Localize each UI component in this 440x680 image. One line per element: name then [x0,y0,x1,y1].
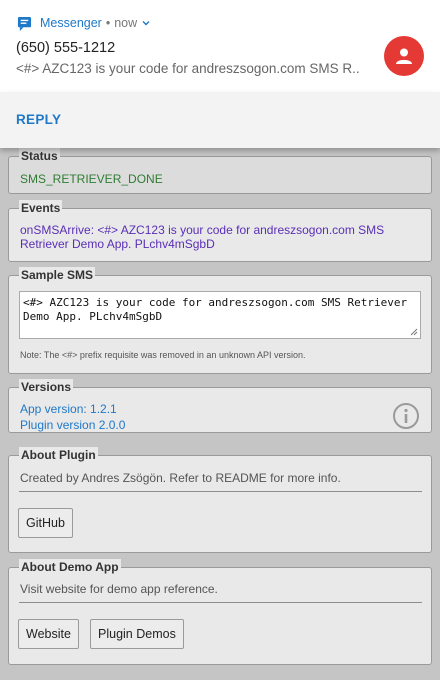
events-legend: Events [19,200,63,216]
about-plugin-legend: About Plugin [19,447,98,463]
sample-sms-textarea[interactable]: <#> AZC123 is your code for andreszsogon… [19,291,421,339]
events-log: onSMSArrive: <#> AZC123 is your code for… [20,223,385,251]
sample-sms-legend: Sample SMS [19,267,96,283]
versions-panel: Versions App version: 1.2.1 Plugin versi… [8,379,432,433]
about-demo-legend: About Demo App [19,559,121,575]
resize-handle-icon[interactable] [410,328,418,336]
events-panel: Events onSMSArrive: <#> AZC123 is your c… [8,200,432,262]
plugin-demos-button[interactable]: Plugin Demos [90,619,184,649]
message-preview: <#> AZC123 is your code for andreszsogon… [16,61,360,76]
about-plugin-description: Created by Andres Zsögön. Refer to READM… [20,471,341,485]
status-panel: Status SMS_RETRIEVER_DONE [8,148,432,194]
separator-dot: • [105,16,111,30]
reply-button[interactable]: REPLY [16,112,61,127]
person-icon [396,48,412,64]
sample-sms-text: <#> AZC123 is your code for andreszsogon… [23,296,408,323]
sample-sms-note: Note: The <#> prefix requisite was remov… [20,350,306,360]
avatar [384,36,424,76]
app-name: Messenger [40,16,102,30]
plugin-version: Plugin version 2.0.0 [20,418,126,432]
info-icon[interactable] [392,402,420,430]
about-demo-panel: About Demo App Visit website for demo ap… [8,559,432,665]
notification-actions: REPLY [0,92,440,148]
sender-number: (650) 555-1212 [16,40,116,56]
about-demo-description: Visit website for demo app reference. [20,582,218,596]
divider [19,602,422,603]
notification-time: now [114,16,138,30]
versions-legend: Versions [19,379,74,395]
messenger-icon [17,16,32,31]
about-plugin-panel: About Plugin Created by Andres Zsögön. R… [8,447,432,553]
github-button[interactable]: GitHub [18,508,73,538]
app-version: App version: 1.2.1 [20,402,117,416]
sms-notification[interactable]: Messenger • now (650) 555-1212 <#> AZC12… [0,0,440,92]
status-legend: Status [19,148,60,164]
status-value: SMS_RETRIEVER_DONE [20,172,163,186]
divider [19,491,422,492]
website-button[interactable]: Website [18,619,79,649]
chevron-down-icon[interactable] [141,18,151,28]
sample-sms-panel: Sample SMS <#> AZC123 is your code for a… [8,267,432,374]
notification-header: Messenger • now [17,14,151,32]
